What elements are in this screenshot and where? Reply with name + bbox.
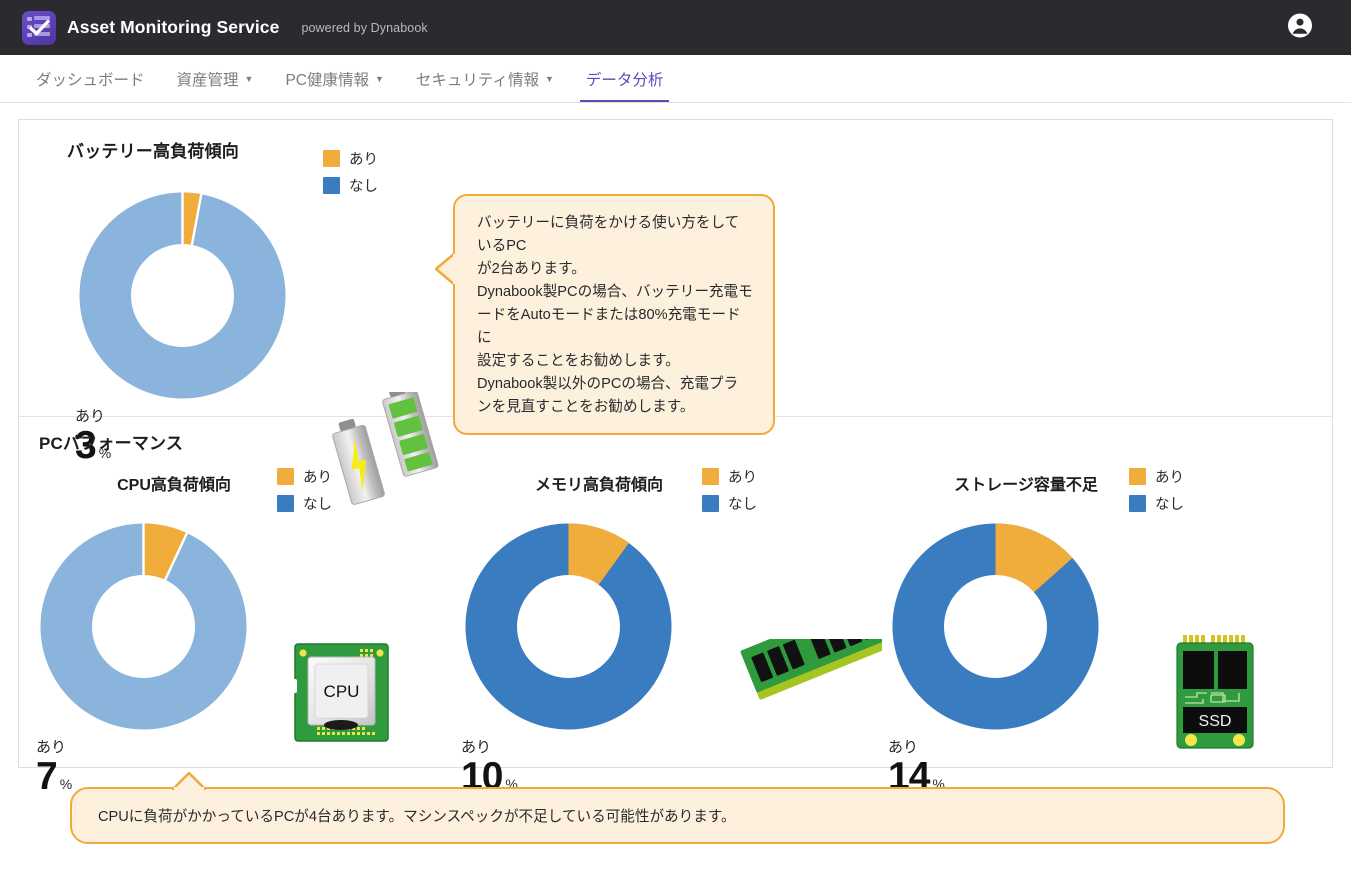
- powered-by-label: powered by Dynabook: [301, 20, 428, 35]
- main-navigation: ダッシュボード 資産管理 ▼ PC健康情報 ▼ セキュリティ情報 ▼ データ分析: [0, 55, 1351, 103]
- battery-section-title: バッテリー高負荷傾向: [67, 142, 239, 161]
- legend-swatch-ari: [702, 468, 719, 485]
- donut-svg: [892, 523, 1099, 730]
- chevron-down-icon: ▼: [244, 74, 254, 84]
- donut-svg: [40, 523, 247, 730]
- legend-swatch-nashi: [323, 177, 340, 194]
- legend-label: あり: [1155, 470, 1184, 486]
- account-circle-icon[interactable]: [1287, 12, 1313, 43]
- page-body: バッテリー高負荷傾向 あり なし あり 3 % バッテリーに負荷をかける使い方を…: [0, 103, 1351, 844]
- donut-center-label: あり: [36, 739, 67, 756]
- legend-label: あり: [303, 470, 332, 486]
- check-icon: [29, 19, 50, 35]
- cpu-warning-text: CPUに負荷がかかっているPCが4台あります。マシンスペックが不足している可能性…: [98, 809, 736, 825]
- battery-callout-bubble: バッテリーに負荷をかける使い方をしているPC が2台あります。 Dynabook…: [435, 194, 775, 436]
- ram-module-icon: [732, 598, 891, 759]
- chevron-down-icon: ▼: [375, 74, 384, 84]
- nav-item-dashboard[interactable]: ダッシュボード: [20, 55, 161, 102]
- pc-performance-section: PCパフォーマンス CPU高負荷傾向 あり なし あり 7 % CPU メモリ高…: [19, 417, 1332, 796]
- nav-label: データ分析: [585, 71, 664, 89]
- legend-swatch-ari: [323, 150, 340, 167]
- nav-label: PC健康情報: [285, 71, 369, 89]
- battery-legend: あり なし: [323, 148, 378, 202]
- ssd-icon-text: SSD: [1199, 713, 1232, 730]
- nav-label: 資産管理: [176, 71, 239, 89]
- cpu-chip-icon: CPU: [286, 637, 398, 754]
- legend-swatch-nashi: [1129, 495, 1146, 512]
- legend-label: なし: [728, 497, 757, 513]
- legend-item-nashi: なし: [323, 175, 378, 196]
- ssd-drive-icon: SSD: [1163, 633, 1271, 756]
- app-title: Asset Monitoring Service: [67, 17, 280, 37]
- nav-label: セキュリティ情報: [415, 71, 539, 89]
- legend-label: なし: [303, 497, 332, 513]
- legend-label: なし: [349, 179, 378, 195]
- donut-center-unit: %: [59, 776, 73, 792]
- nav-item-asset-management[interactable]: 資産管理 ▼: [161, 55, 270, 102]
- app-header: Asset Monitoring Service powered by Dyna…: [0, 0, 1351, 55]
- legend-label: あり: [349, 152, 378, 168]
- memory-legend: あり なし: [702, 466, 757, 520]
- nav-item-pc-health[interactable]: PC健康情報 ▼: [269, 55, 399, 102]
- chevron-down-icon: ▼: [545, 74, 554, 84]
- checklist-logo: [22, 10, 56, 45]
- analysis-card: バッテリー高負荷傾向 あり なし あり 3 % バッテリーに負荷をかける使い方を…: [18, 119, 1333, 796]
- legend-item-nashi: なし: [277, 493, 332, 514]
- legend-item-ari: あり: [323, 148, 378, 169]
- storage-legend: あり なし: [1129, 466, 1184, 520]
- cpu-warning-banner: CPUに負荷がかかっているPCが4台あります。マシンスペックが不足している可能性…: [70, 772, 1285, 844]
- donut-center-label: あり: [461, 739, 492, 756]
- nav-item-data-analysis[interactable]: データ分析: [570, 55, 680, 102]
- legend-swatch-ari: [277, 468, 294, 485]
- donut-svg: [79, 192, 286, 399]
- cpu-icon-text: CPU: [324, 682, 360, 701]
- nav-label: ダッシュボード: [36, 71, 145, 89]
- legend-item-nashi: なし: [702, 493, 757, 514]
- legend-item-ari: あり: [277, 466, 332, 487]
- legend-item-nashi: なし: [1129, 493, 1184, 514]
- legend-swatch-nashi: [277, 495, 294, 512]
- legend-swatch-ari: [1129, 468, 1146, 485]
- donut-center-label: あり: [888, 739, 919, 756]
- donut-svg: [465, 523, 672, 730]
- legend-label: なし: [1155, 497, 1184, 513]
- cpu-legend: あり なし: [277, 466, 332, 520]
- nav-item-security-info[interactable]: セキュリティ情報 ▼: [400, 55, 570, 102]
- performance-section-title: PCパフォーマンス: [39, 434, 184, 453]
- donut-center-value: 7: [36, 755, 58, 798]
- legend-label: あり: [728, 470, 757, 486]
- battery-load-section: バッテリー高負荷傾向 あり なし あり 3 % バッテリーに負荷をかける使い方を…: [19, 120, 1332, 505]
- legend-swatch-nashi: [702, 495, 719, 512]
- legend-item-ari: あり: [1129, 466, 1184, 487]
- legend-item-ari: あり: [702, 466, 757, 487]
- battery-callout-text: バッテリーに負荷をかける使い方をしているPC が2台あります。 Dynabook…: [477, 215, 753, 416]
- callout-tail-icon: [172, 772, 206, 790]
- callout-tail-icon: [435, 252, 455, 286]
